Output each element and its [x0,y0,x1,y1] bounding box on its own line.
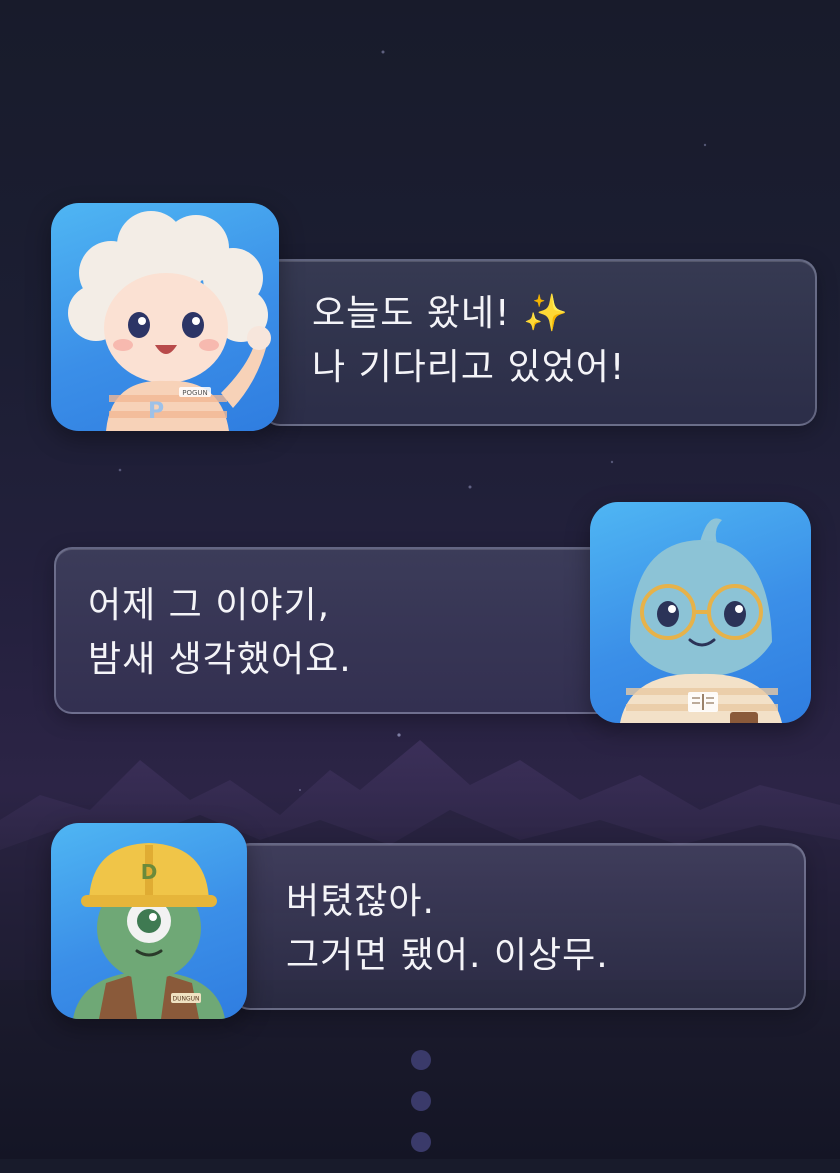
avatar-dungun: DUNGUN D [51,823,247,1019]
sparkles-icon: ✨ [522,293,569,334]
message-2-line2: 밤새 생각했어요. [88,639,352,680]
avatar-pogun: POGUN P [51,203,279,431]
page-dot-2[interactable] [411,1091,431,1111]
message-3-line1: 버텼잖아. [286,881,435,922]
book-icon [688,692,718,712]
message-2-text: 어제 그 이야기, 밤새 생각했어요. [88,579,352,687]
message-2-line1: 어제 그 이야기, [88,585,331,626]
pogun-badge-text: POGUN [182,389,208,397]
page-indicator [411,1050,431,1173]
message-3-line2: 그거면 됐어. 이상무. [286,935,609,976]
message-1-text: 오늘도 왔네! ✨ 나 기다리고 있었어! [312,287,625,395]
dungun-badge-text: DUNGUN [172,996,199,1003]
svg-text:P: P [148,399,164,424]
avatar-reader [590,502,811,723]
message-3-text: 버텼잖아. 그거면 됐어. 이상무. [286,875,609,983]
page-dot-3[interactable] [411,1132,431,1152]
helmet-letter: D [141,860,158,884]
message-bubble-3: 버텼잖아. 그거면 됐어. 이상무. [232,843,806,1010]
message-1-line1: 오늘도 왔네! [312,293,511,334]
message-bubble-2: 어제 그 이야기, 밤새 생각했어요. [54,547,615,714]
message-bubble-1: 오늘도 왔네! ✨ 나 기다리고 있었어! [262,259,817,426]
page-dot-1[interactable] [411,1050,431,1070]
message-1-line2: 나 기다리고 있었어! [312,347,626,388]
